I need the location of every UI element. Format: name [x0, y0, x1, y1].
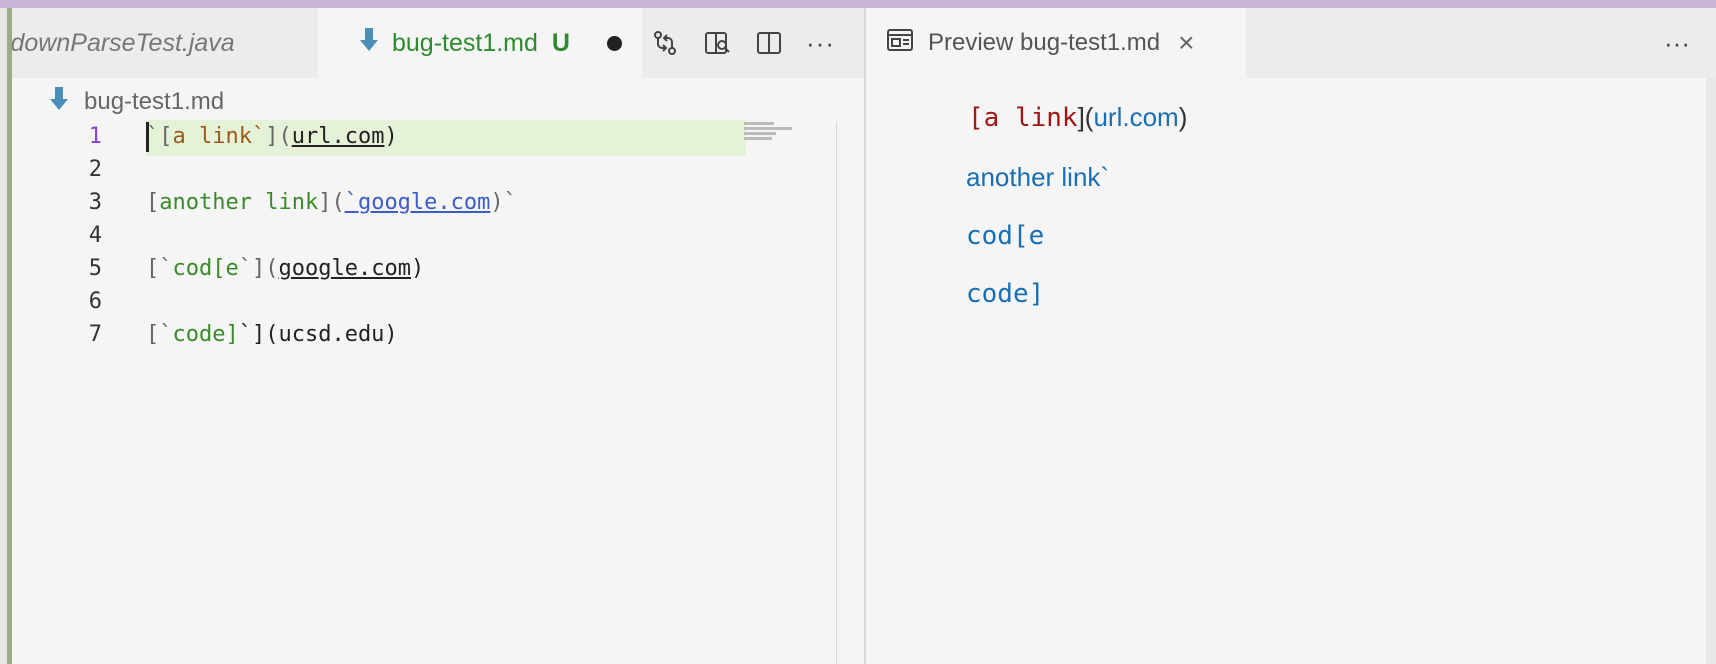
close-icon[interactable]: ×: [1178, 27, 1194, 59]
more-actions-icon[interactable]: ···: [806, 28, 835, 59]
preview-text: ): [1178, 102, 1188, 132]
token: `google.com: [344, 190, 491, 215]
token: ): [384, 124, 398, 149]
minimap[interactable]: [744, 120, 804, 150]
token: [: [159, 124, 173, 149]
token: [`: [146, 256, 173, 281]
token: `](ucsd.edu): [238, 322, 398, 347]
preview-paragraph: [a link](url.com): [968, 102, 1187, 133]
token: `: [146, 124, 160, 149]
preview-link[interactable]: another link`: [966, 162, 1109, 192]
editor-ruler: [836, 122, 837, 664]
minimap-line: [744, 127, 792, 130]
token: ](: [265, 124, 292, 149]
token: [: [146, 190, 160, 215]
preview-link[interactable]: url.com: [1093, 102, 1178, 132]
minimap-line: [744, 122, 774, 125]
token: a link`: [172, 124, 266, 149]
activity-strip: [0, 8, 12, 664]
tab-markdown-parse-test[interactable]: kdownParseTest.java: [12, 8, 318, 78]
line-number: 1: [88, 124, 102, 149]
token: cod[e: [172, 256, 239, 281]
minimap-line: [744, 137, 772, 140]
line-number: 5: [88, 256, 102, 281]
code-editor[interactable]: 1 `[a link`](url.com) 2 3 [another link]…: [12, 120, 836, 664]
unsaved-dot-icon[interactable]: [607, 35, 622, 51]
editor-line[interactable]: 6: [12, 285, 836, 319]
tab-label: kdownParseTest.java: [12, 28, 235, 57]
preview-tab-bar: Preview bug-test1.md × ···: [866, 8, 1716, 78]
line-number: 6: [88, 289, 102, 314]
more-actions-icon[interactable]: ···: [1664, 28, 1690, 59]
line-code: [`code]`](ucsd.edu): [146, 318, 398, 352]
editor-line[interactable]: 7 [`code]`](ucsd.edu): [12, 318, 836, 352]
open-preview-icon[interactable]: [702, 28, 732, 58]
tab-label: bug-test1.md: [392, 28, 538, 57]
window-top-accent: [0, 0, 1716, 8]
split-editor-icon[interactable]: [754, 28, 784, 58]
line-number: 3: [88, 190, 102, 215]
preview-link[interactable]: cod[e: [966, 221, 1044, 251]
line-number: 7: [88, 322, 102, 347]
token: )`: [490, 190, 517, 215]
token: ): [410, 256, 425, 281]
preview-paragraph: another link`: [966, 162, 1109, 193]
tab-preview[interactable]: Preview bug-test1.md ×: [866, 8, 1246, 78]
inline-code: [a link: [968, 103, 1078, 133]
editor-line[interactable]: 1 `[a link`](url.com): [12, 120, 836, 156]
editor-line[interactable]: 2: [12, 153, 836, 187]
tab-bug-test1[interactable]: bug-test1.md U: [318, 8, 642, 78]
token: url.com: [291, 124, 385, 149]
preview-paragraph: cod[e: [966, 220, 1044, 251]
breadcrumb-file: bug-test1.md: [84, 88, 225, 115]
editor-line[interactable]: 4: [12, 219, 836, 253]
preview-icon: [886, 28, 914, 59]
preview-text: ](: [1077, 102, 1094, 132]
token: [`: [146, 322, 173, 347]
untracked-badge: U: [551, 28, 570, 57]
editor-tab-bar: kdownParseTest.java bug-test1.md U ···: [12, 8, 864, 78]
editor-line[interactable]: 3 [another link](`google.com)`: [12, 186, 836, 220]
markdown-icon: [50, 86, 68, 118]
line-code: `[a link`](url.com): [146, 120, 398, 154]
token: `](: [238, 256, 279, 281]
token: ](: [318, 190, 345, 215]
line-code: [`cod[e`](google.com): [146, 252, 424, 286]
token: another link: [159, 190, 319, 215]
line-number: 2: [88, 157, 102, 182]
editor-toolbar: ···: [650, 8, 835, 78]
preview-paragraph: code]: [966, 278, 1044, 309]
markdown-icon: [360, 27, 378, 59]
token: code]: [172, 322, 239, 347]
markdown-preview: [a link](url.com) another link` cod[e co…: [866, 78, 1706, 664]
token: google.com: [278, 256, 411, 281]
line-code: [another link](`google.com)`: [146, 186, 517, 220]
tab-label: Preview bug-test1.md: [928, 29, 1161, 56]
editor-line[interactable]: 5 [`cod[e`](google.com): [12, 252, 836, 286]
minimap-line: [744, 132, 776, 135]
breadcrumb[interactable]: bug-test1.md: [50, 82, 224, 122]
preview-link[interactable]: code]: [966, 279, 1044, 309]
preview-scrollbar[interactable]: [1706, 78, 1716, 664]
line-number: 4: [88, 223, 102, 248]
compare-changes-icon[interactable]: [650, 28, 680, 58]
